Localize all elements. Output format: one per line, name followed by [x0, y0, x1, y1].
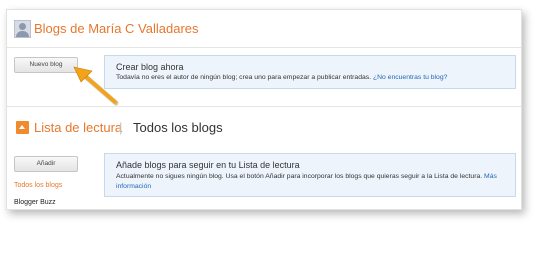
reading-list-info-title: Añade blogs para seguir en tu Lista de l…: [116, 160, 300, 170]
reading-list-info-text: Actualmente no sigues ningún blog. Usa e…: [116, 172, 508, 192]
reading-list-info-line1: Actualmente no sigues ningún blog. Usa e…: [116, 173, 458, 180]
reading-list-title: Lista de lectura: [34, 120, 123, 135]
create-blog-text: Todavía no eres el autor de ningún blog;…: [116, 73, 447, 83]
dashboard-header: Blogs de María C Valladares: [7, 10, 521, 45]
title-separator: |: [119, 120, 123, 135]
blogger-dashboard-panel: Blogs de María C Valladares Nuevo blog C…: [6, 9, 522, 210]
add-blog-button[interactable]: Añadir: [14, 156, 78, 172]
create-blog-info-box: Crear blog ahora Todavía no eres el auto…: [104, 55, 516, 89]
avatar-body-icon: [16, 31, 29, 37]
create-blog-description: Todavía no eres el autor de ningún blog;…: [116, 74, 372, 81]
reading-list-info-line2: lectura.: [459, 173, 483, 180]
divider: [7, 106, 521, 107]
new-blog-button[interactable]: Nuevo blog: [14, 57, 78, 73]
avatar[interactable]: [14, 20, 31, 38]
all-blogs-subtitle: Todos los blogs: [133, 120, 223, 135]
create-blog-title: Crear blog ahora: [116, 62, 184, 72]
page-title: Blogs de María C Valladares: [34, 21, 199, 36]
reading-list-info-box: Añade blogs para seguir en tu Lista de l…: [104, 153, 516, 197]
find-blog-link[interactable]: ¿No encuentras tu blog?: [373, 74, 447, 81]
divider: [7, 47, 521, 48]
sidebar-item-all-blogs[interactable]: Todos los blogs: [14, 182, 62, 189]
sidebar-item-blogger-buzz[interactable]: Blogger Buzz: [14, 199, 56, 206]
avatar-head-icon: [19, 23, 26, 30]
collapse-arrow-icon[interactable]: [16, 121, 29, 134]
